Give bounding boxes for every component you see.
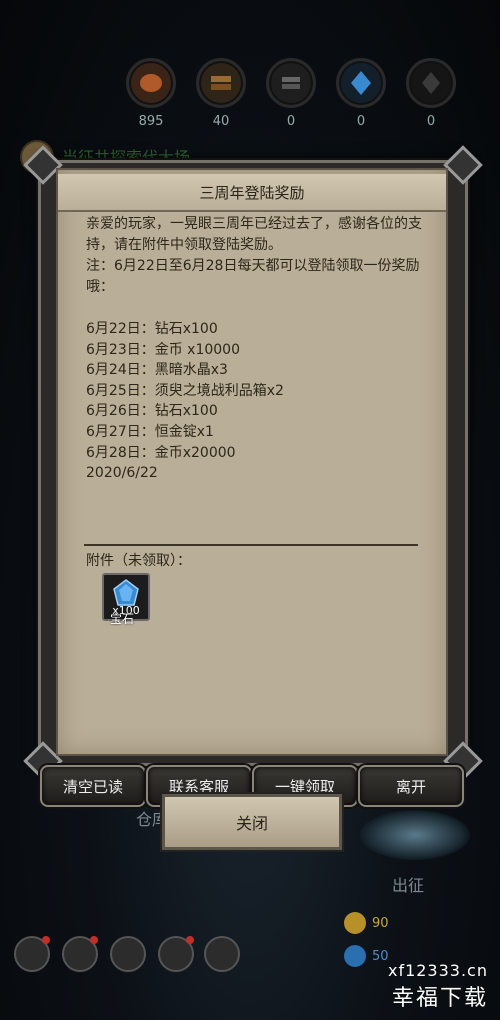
crystal-icon	[336, 58, 386, 108]
notification-dot	[186, 936, 194, 944]
reward-item: 6月22日：钻石x100	[86, 321, 218, 337]
attachment-divider	[84, 544, 418, 546]
mail-dialog: 三周年登陆奖励 亲爱的玩家，一晃眼三周年已经过去了，感谢各位的支持，请在附件中领…	[56, 168, 448, 756]
mail-body: 亲爱的玩家，一晃眼三周年已经过去了，感谢各位的支持，请在附件中领取登陆奖励。 注…	[86, 214, 426, 484]
reward-item: 6月27日：恒金锭x1	[86, 423, 214, 440]
notification-dot	[42, 936, 50, 944]
close-button[interactable]: 关闭	[162, 794, 342, 850]
attachment-label: 附件（未领取）：	[86, 553, 191, 569]
attachment-name: 宝石	[110, 612, 135, 626]
gem-stat: 50	[344, 945, 389, 967]
menu-icon-1[interactable]	[14, 936, 50, 972]
resource-value: 0	[286, 114, 296, 129]
reward-item: 6月25日：须臾之境战利品箱x2	[86, 382, 284, 399]
resource-iron[interactable]: 0	[265, 58, 317, 129]
resource-crystal[interactable]: 0	[335, 58, 387, 129]
resource-bar: 895 40 0 0 0	[125, 58, 465, 129]
frame-corner	[443, 145, 483, 185]
mail-date: 2020/6/22	[86, 465, 158, 482]
mail-note: 注：6月22日至6月28日每天都可以登陆领取一份奖励哦：	[86, 258, 420, 295]
mail-title: 三周年登陆奖励	[58, 174, 446, 212]
reward-item: 6月23日：金币 x10000	[86, 341, 240, 358]
menu-icon-2[interactable]	[62, 936, 98, 972]
leave-button[interactable]: 离开	[358, 765, 464, 807]
watermark-name: 幸福下载	[391, 986, 488, 1011]
dark-crystal-icon	[406, 58, 456, 108]
menu-icon-3[interactable]	[110, 936, 146, 972]
gem-value: 50	[372, 948, 389, 964]
reward-item: 6月28日：金币x20000	[86, 444, 236, 461]
resource-wood[interactable]: 40	[195, 58, 247, 129]
mail-greeting: 亲爱的玩家，一晃眼三周年已经过去了，感谢各位的支持，请在附件中领取登陆奖励。	[86, 216, 422, 253]
reward-item: 6月24日：黑暗水晶x3	[86, 362, 228, 379]
gem-icon	[113, 579, 139, 606]
deploy-label: 出征	[392, 876, 425, 895]
resource-value: 0	[356, 114, 366, 129]
resource-dark-crystal[interactable]: 0	[405, 58, 457, 129]
deploy-portal[interactable]	[360, 810, 470, 860]
watermark: xf12333.cn 幸福下载	[388, 961, 488, 1012]
watermark-url: xf12333.cn	[387, 961, 488, 980]
wood-icon	[196, 58, 246, 108]
gem-icon	[344, 945, 366, 967]
menu-icon-5[interactable]	[204, 936, 240, 972]
gold-icon	[344, 912, 366, 934]
resource-value: 0	[426, 114, 436, 129]
gold-stat: 90	[344, 912, 389, 934]
clear-read-button[interactable]: 清空已读	[40, 765, 146, 807]
reward-list: 6月22日：钻石x100 6月23日：金币 x10000 6月24日：黑暗水晶x…	[86, 319, 426, 463]
reward-item: 6月26日：钻石x100	[86, 403, 218, 420]
menu-icon-4[interactable]	[158, 936, 194, 972]
gold-value: 90	[372, 915, 389, 931]
leather-icon	[126, 58, 176, 108]
notification-dot	[90, 936, 98, 944]
iron-icon	[266, 58, 316, 108]
resource-leather[interactable]: 895	[125, 58, 177, 129]
resource-value: 40	[212, 114, 230, 129]
resource-value: 895	[138, 114, 164, 129]
